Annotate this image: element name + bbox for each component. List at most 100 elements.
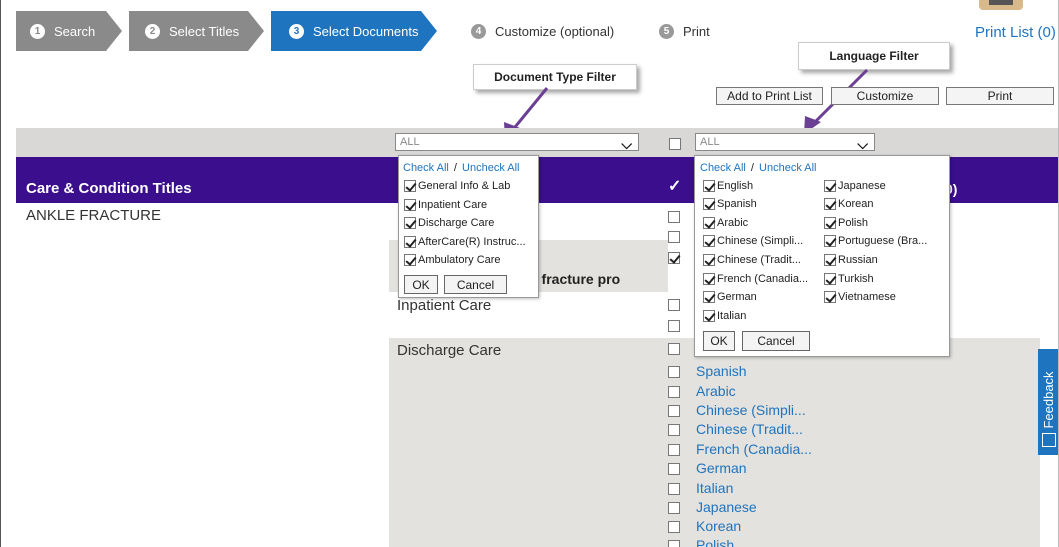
option-ambulatory-care[interactable]: Ambulatory Care (404, 254, 501, 266)
option-checkbox[interactable] (404, 236, 416, 248)
option-checkbox[interactable] (824, 254, 836, 266)
check-all-link[interactable]: Check All (700, 162, 746, 174)
language-link[interactable]: Korean (696, 518, 741, 534)
option-label: Polish (838, 217, 868, 229)
option-checkbox[interactable] (404, 254, 416, 266)
language-checkbox[interactable] (668, 463, 680, 475)
option-turkish[interactable]: Turkish (824, 273, 874, 285)
language-checkbox[interactable] (668, 502, 680, 514)
option-label: Chinese (Tradit... (717, 254, 801, 266)
option-checkbox[interactable] (824, 217, 836, 229)
option-chinese-traditional[interactable]: Chinese (Tradit... (703, 254, 801, 266)
language-dropdown: Check All / Uncheck All English Spanish … (694, 155, 950, 357)
link-separator: / (450, 162, 461, 174)
option-checkbox[interactable] (703, 180, 715, 192)
option-label: Korean (838, 198, 874, 210)
language-link[interactable]: Chinese (Simpli... (696, 402, 806, 418)
option-label: Inpatient Care (418, 199, 488, 211)
header-checkmark-icon: ✓ (668, 178, 682, 195)
option-checkbox[interactable] (404, 199, 416, 211)
doc-type-ok-button[interactable]: OK (404, 275, 438, 294)
option-aftercare[interactable]: AfterCare(R) Instruc... (404, 236, 526, 248)
option-label: General Info & Lab (418, 180, 511, 192)
option-vietnamese[interactable]: Vietnamese (824, 291, 896, 303)
option-label: German (717, 291, 757, 303)
language-link[interactable]: Polish (696, 537, 734, 547)
option-label: Spanish (717, 198, 757, 210)
language-link[interactable]: Japanese (696, 499, 757, 515)
option-german[interactable]: German (703, 291, 757, 303)
document-type-dropdown: Check All / Uncheck All General Info & L… (398, 155, 539, 298)
feedback-tab[interactable]: Feedback (1038, 349, 1058, 455)
language-link[interactable]: Spanish (696, 363, 747, 379)
language-checkbox[interactable] (668, 405, 680, 417)
doc-type-cancel-button[interactable]: Cancel (444, 275, 507, 294)
option-general-info[interactable]: General Info & Lab (404, 180, 510, 192)
language-cancel-button[interactable]: Cancel (742, 331, 810, 351)
option-inpatient-care[interactable]: Inpatient Care (404, 199, 487, 211)
print-button[interactable]: Print (946, 87, 1054, 105)
select-all-checkbox[interactable] (669, 137, 681, 150)
row-checkbox[interactable] (668, 252, 680, 264)
language-checkbox[interactable] (668, 483, 680, 495)
language-link[interactable]: Italian (696, 480, 733, 496)
option-russian[interactable]: Russian (824, 254, 878, 266)
option-checkbox[interactable] (824, 291, 836, 303)
option-japanese[interactable]: Japanese (824, 180, 886, 192)
document-type-select[interactable]: ALL ⌵ (395, 133, 639, 152)
row-checkbox[interactable] (668, 320, 680, 332)
option-label: English (717, 180, 754, 192)
language-checkbox[interactable] (668, 386, 680, 398)
add-to-print-list-button[interactable]: Add to Print List (716, 87, 823, 105)
option-english[interactable]: English (703, 180, 753, 192)
option-discharge-care[interactable]: Discharge Care (404, 217, 494, 229)
option-italian[interactable]: Italian (703, 310, 746, 322)
language-checkbox[interactable] (668, 540, 680, 547)
option-label: Turkish (838, 273, 874, 285)
language-select[interactable]: ALL ⌵ (695, 133, 875, 152)
option-checkbox[interactable] (824, 235, 836, 247)
option-checkbox[interactable] (824, 180, 836, 192)
option-checkbox[interactable] (703, 254, 715, 266)
option-korean[interactable]: Korean (824, 198, 873, 210)
option-checkbox[interactable] (703, 291, 715, 303)
option-label: Vietnamese (838, 291, 896, 303)
language-link[interactable]: German (696, 460, 747, 476)
option-checkbox[interactable] (824, 273, 836, 285)
uncheck-all-link[interactable]: Uncheck All (462, 162, 519, 174)
customize-button[interactable]: Customize (831, 87, 939, 105)
option-checkbox[interactable] (404, 217, 416, 229)
option-polish[interactable]: Polish (824, 217, 868, 229)
row-checkbox[interactable] (668, 343, 680, 355)
uncheck-all-link[interactable]: Uncheck All (759, 162, 816, 174)
language-link[interactable]: Arabic (696, 383, 736, 399)
language-link[interactable]: Chinese (Tradit... (696, 421, 803, 437)
row-checkbox[interactable] (668, 231, 680, 243)
language-link[interactable]: French (Canadia... (696, 441, 812, 457)
title-ankle-fracture[interactable]: ANKLE FRACTURE (26, 207, 161, 224)
option-spanish[interactable]: Spanish (703, 198, 757, 210)
option-label: Italian (717, 310, 747, 322)
option-french-canadian[interactable]: French (Canadia... (703, 273, 808, 285)
option-checkbox[interactable] (703, 235, 715, 247)
language-checkbox[interactable] (668, 444, 680, 456)
option-checkbox[interactable] (404, 180, 416, 192)
option-portuguese[interactable]: Portuguese (Bra... (824, 235, 927, 247)
option-chinese-simplified[interactable]: Chinese (Simpli... (703, 235, 803, 247)
option-checkbox[interactable] (824, 198, 836, 210)
option-checkbox[interactable] (703, 217, 715, 229)
row-checkbox[interactable] (668, 211, 680, 223)
row-checkbox[interactable] (668, 299, 680, 311)
option-arabic[interactable]: Arabic (703, 217, 748, 229)
option-checkbox[interactable] (703, 310, 715, 322)
language-checkbox[interactable] (668, 424, 680, 436)
option-checkbox[interactable] (703, 198, 715, 210)
language-ok-button[interactable]: OK (703, 331, 735, 351)
option-label: Discharge Care (418, 217, 495, 229)
language-checkbox[interactable] (668, 521, 680, 533)
table-header-title: Care & Condition Titles (26, 180, 192, 197)
option-checkbox[interactable] (703, 273, 715, 285)
language-checkbox[interactable] (668, 366, 680, 378)
option-label: Portuguese (Bra... (838, 235, 928, 247)
check-all-link[interactable]: Check All (403, 162, 449, 174)
